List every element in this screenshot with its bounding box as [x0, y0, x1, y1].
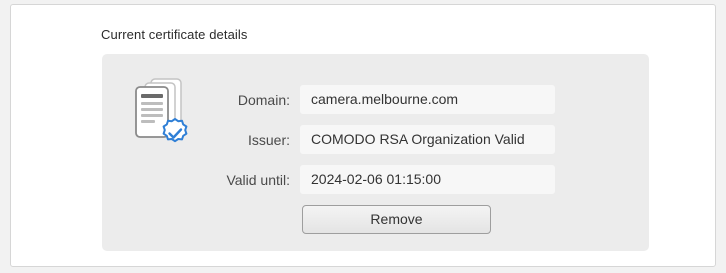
certificate-card: Current certificate details Domain: came… — [10, 4, 716, 267]
valid-until-label: Valid until: — [226, 172, 290, 188]
domain-label: Domain: — [237, 92, 290, 108]
section-title: Current certificate details — [101, 27, 248, 42]
valid-until-value: 2024-02-06 01:15:00 — [300, 165, 555, 194]
domain-value: camera.melbourne.com — [300, 85, 555, 114]
certificate-details-panel: Domain: camera.melbourne.com Issuer: COM… — [102, 54, 649, 251]
remove-button[interactable]: Remove — [302, 205, 491, 234]
issuer-label: Issuer: — [247, 132, 290, 148]
issuer-value: COMODO RSA Organization Valid — [300, 125, 555, 154]
page: Current certificate details Domain: came… — [0, 0, 726, 273]
